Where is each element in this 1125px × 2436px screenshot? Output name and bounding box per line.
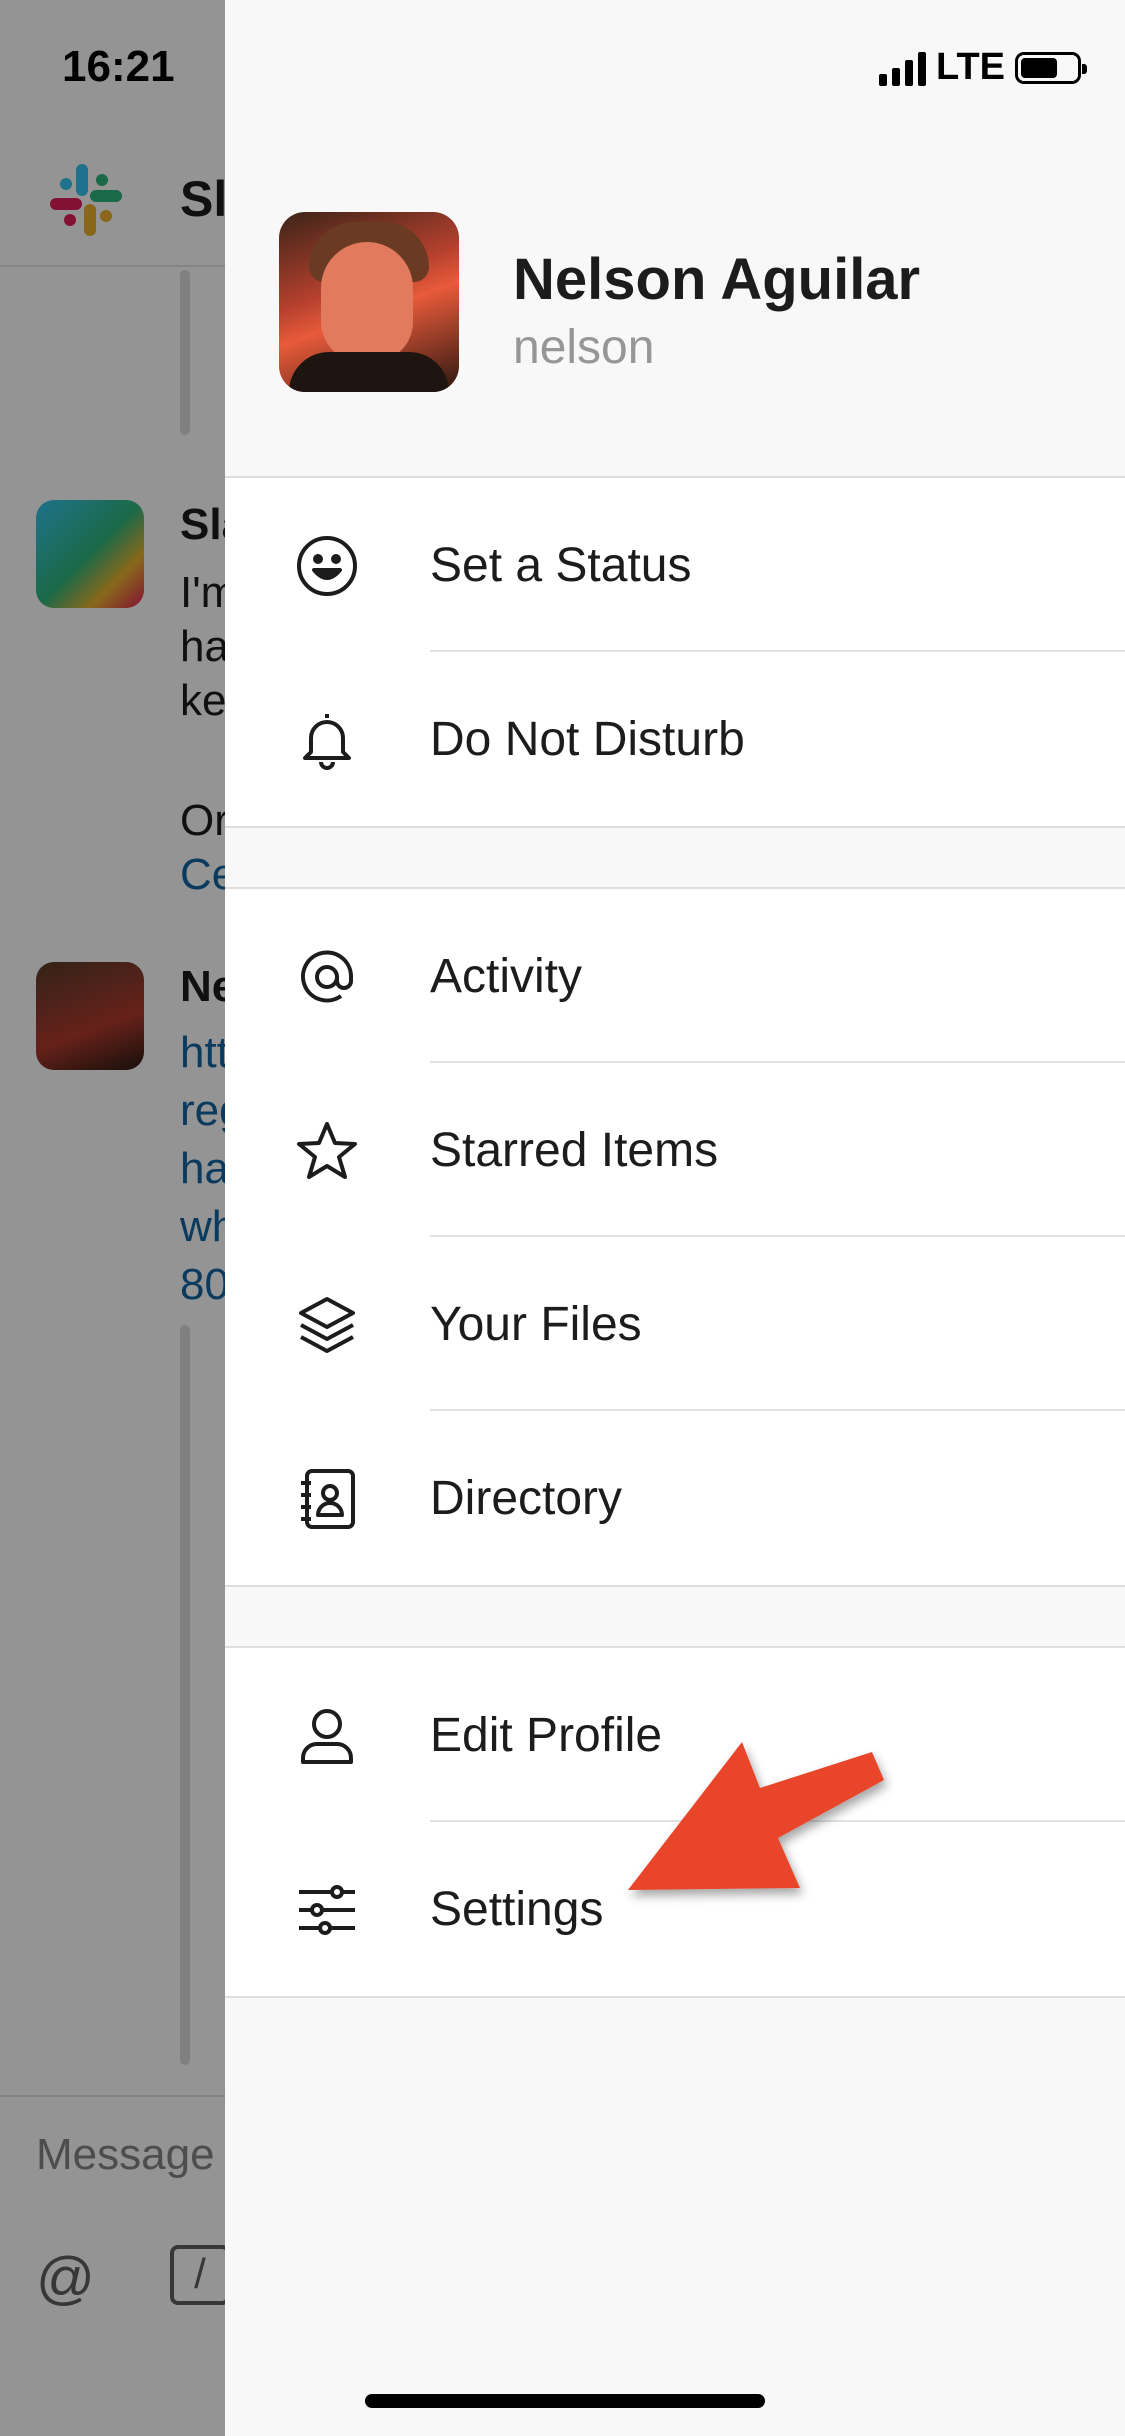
signal-icon — [879, 50, 927, 86]
menu-item-settings[interactable]: Settings — [225, 1822, 1125, 1996]
at-icon — [301, 950, 354, 1003]
menu-item-directory[interactable]: Directory — [225, 1411, 1125, 1585]
menu-item-label: Starred Items — [430, 1124, 719, 1177]
menu-item-label: Do Not Disturb — [430, 713, 745, 766]
menu-item-label: Directory — [430, 1472, 623, 1525]
menu-group-navigation: Activity Starred Items Your Files Direct… — [225, 887, 1125, 1587]
menu-item-your-files[interactable]: Your Files — [225, 1237, 1125, 1411]
bell-icon — [303, 714, 351, 770]
menu-item-activity[interactable]: Activity — [225, 889, 1125, 1063]
profile-handle: nelson — [513, 321, 655, 374]
network-label: LTE — [936, 46, 1005, 88]
account-drawer: LTE Nelson Aguilar nelson Set a Status D… — [225, 0, 1125, 2436]
star-icon — [297, 1122, 357, 1179]
menu-item-label: Edit Profile — [430, 1709, 663, 1762]
menu-item-label: Your Files — [430, 1298, 642, 1351]
directory-icon — [301, 1469, 355, 1529]
status-indicators: LTE — [879, 46, 1087, 89]
menu-item-set-status[interactable]: Set a Status — [225, 478, 1125, 652]
menu-item-do-not-disturb[interactable]: Do Not Disturb — [225, 652, 1125, 826]
menu-item-starred-items[interactable]: Starred Items — [225, 1063, 1125, 1237]
menu-group-status: Set a Status Do Not Disturb — [225, 476, 1125, 828]
smiley-icon — [297, 536, 357, 596]
person-icon — [301, 1709, 353, 1764]
avatar[interactable] — [279, 212, 459, 392]
battery-icon — [1015, 51, 1087, 84]
menu-item-label: Activity — [430, 950, 583, 1003]
menu-group-account: Edit Profile Settings — [225, 1646, 1125, 1998]
menu-item-label: Set a Status — [430, 539, 692, 592]
menu-item-label: Settings — [430, 1883, 604, 1936]
home-indicator[interactable] — [365, 2394, 765, 2408]
menu-item-edit-profile[interactable]: Edit Profile — [225, 1648, 1125, 1822]
sliders-icon — [299, 1885, 355, 1935]
layers-icon — [299, 1297, 355, 1353]
profile-name: Nelson Aguilar — [513, 247, 921, 312]
